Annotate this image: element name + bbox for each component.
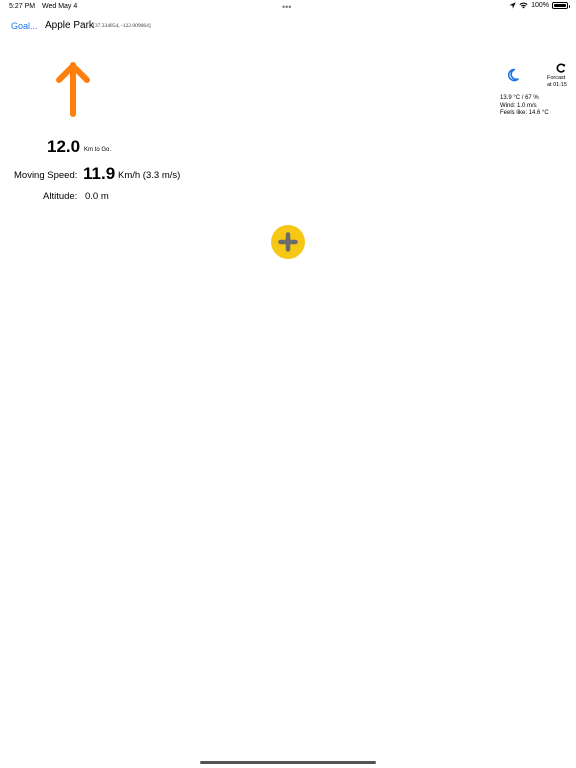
status-time: 5:27 PM: [9, 3, 36, 10]
multitasking-dots[interactable]: •••: [282, 2, 291, 12]
forecast-time: at 01:15: [547, 82, 567, 88]
status-bar: 5:27 PM Wed May 4 ••• 100%: [0, 0, 576, 14]
plus-icon: [278, 232, 298, 252]
forecast-label: Forcast at 01:15: [547, 75, 567, 89]
destination-coordinates: [37.334854, -122.009064]: [93, 23, 151, 29]
speed-unit: Km/h (3.3 m/s): [118, 170, 181, 181]
status-date: Wed May 4: [42, 3, 78, 10]
weather-wind: Wind: 1.0 m/s: [500, 103, 537, 109]
speed-value: 11.9: [83, 164, 116, 183]
battery-fill: [554, 4, 566, 7]
moon-icon: [506, 68, 520, 82]
distance-unit: Km to Go.: [84, 147, 112, 153]
distance-value: 12.0: [47, 137, 81, 156]
app-screen: 5:27 PM Wed May 4 ••• 100% Goal... Apple…: [0, 0, 576, 768]
weather-temperature: 13.9 °C / 67 %: [500, 95, 539, 101]
forecast-title: Forcast: [547, 75, 566, 81]
battery-percent: 100%: [531, 2, 549, 9]
weather-feels-like: Feels like: 14.6 °C: [500, 110, 549, 116]
status-indicators: 100%: [509, 2, 570, 9]
wifi-icon: [519, 2, 528, 9]
altitude-value: 0.0 m: [85, 191, 109, 202]
location-arrow-icon: [509, 2, 516, 9]
home-indicator[interactable]: [200, 761, 376, 764]
goal-button[interactable]: Goal...: [11, 21, 38, 31]
speed-label: Moving Speed:: [14, 170, 78, 181]
altitude-label: Altitude:: [43, 191, 78, 202]
battery-icon: [552, 2, 570, 9]
arrow-up-icon: [54, 62, 92, 120]
destination-title: Apple Park: [45, 20, 94, 31]
refresh-icon[interactable]: [556, 60, 566, 73]
add-button[interactable]: [271, 225, 305, 259]
